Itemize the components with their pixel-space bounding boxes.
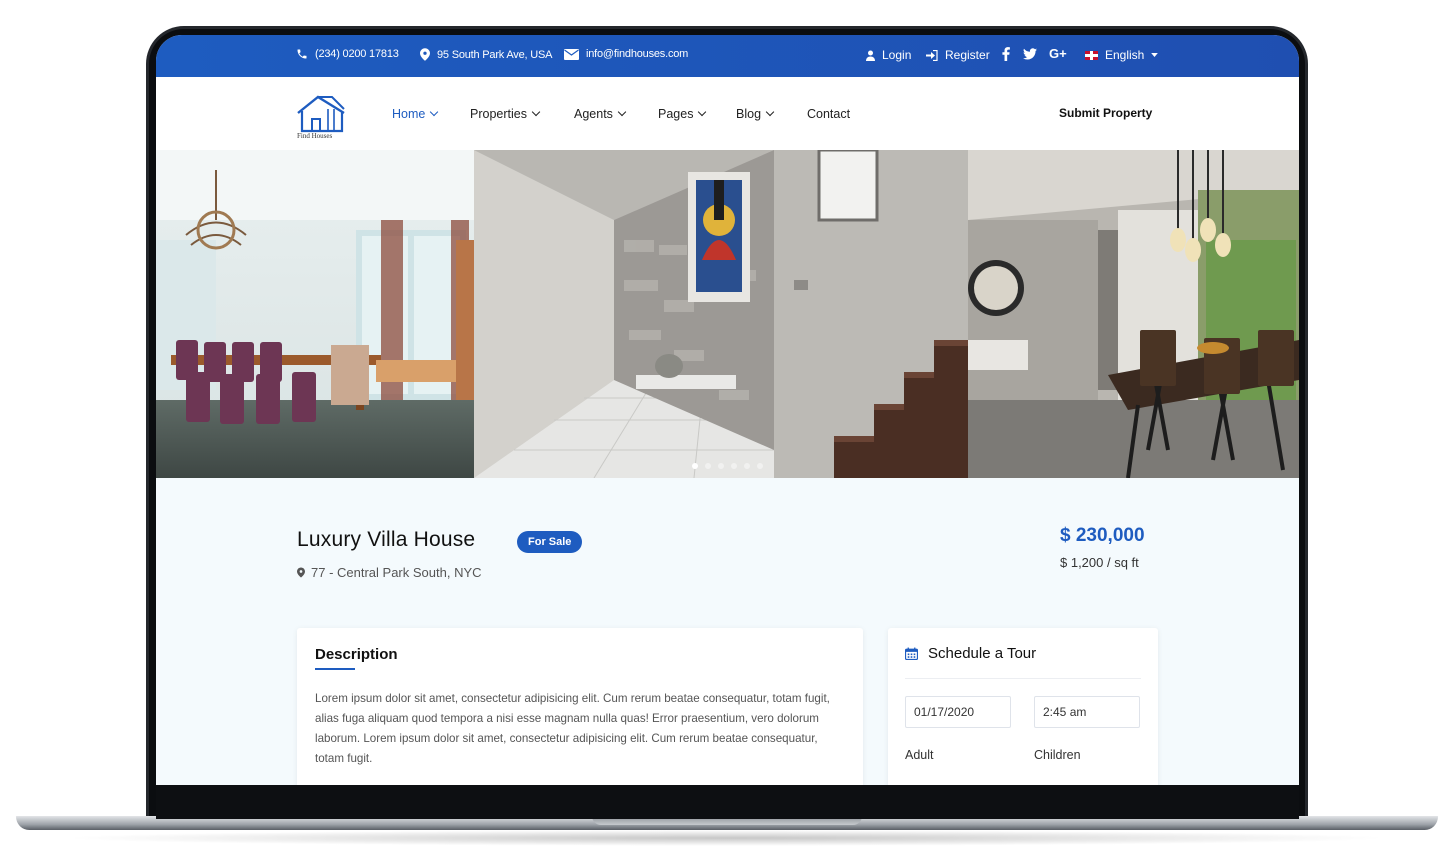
map-pin-icon — [420, 48, 430, 61]
heading-underline — [315, 668, 355, 670]
login-link[interactable]: Login — [866, 48, 911, 62]
laptop-shadow — [60, 830, 1392, 846]
top-bar: (234) 0200 17813 95 South Park Ave, USA … — [156, 35, 1299, 77]
price-per-sqft: $ 1,200 / sq ft — [1060, 555, 1139, 570]
submit-property-link[interactable]: Submit Property — [1059, 106, 1152, 120]
phone-contact[interactable]: (234) 0200 17813 — [296, 48, 399, 60]
address-contact: 95 South Park Ave, USA — [420, 48, 552, 61]
nav-home[interactable]: Home — [392, 107, 439, 121]
nav-agents[interactable]: Agents — [574, 107, 627, 121]
gallery-pagination — [692, 463, 763, 469]
uk-flag-icon — [1085, 50, 1098, 60]
gallery-dot[interactable] — [744, 463, 750, 469]
property-title: Luxury Villa House — [297, 528, 476, 551]
browser-screen: (234) 0200 17813 95 South Park Ave, USA … — [156, 35, 1299, 785]
sign-in-icon — [926, 49, 938, 61]
caret-down-icon — [1151, 53, 1159, 57]
nav-home-label: Home — [392, 107, 426, 121]
chevron-down-icon — [765, 107, 775, 117]
adult-label: Adult — [905, 748, 934, 762]
facebook-link[interactable] — [1002, 47, 1010, 61]
phone-number: (234) 0200 17813 — [315, 48, 399, 60]
chevron-down-icon — [531, 107, 541, 117]
gallery-dot[interactable] — [731, 463, 737, 469]
nav-contact[interactable]: Contact — [807, 107, 850, 121]
main-navbar: Find Houses Home Properties Agents Pages… — [156, 77, 1299, 150]
email-contact[interactable]: info@findhouses.com — [564, 48, 688, 60]
nav-pages-label: Pages — [658, 107, 694, 121]
nav-blog-label: Blog — [736, 107, 762, 121]
map-pin-icon — [297, 567, 305, 578]
gallery-dot[interactable] — [757, 463, 763, 469]
property-gallery[interactable] — [156, 150, 1299, 478]
tour-heading: Schedule a Tour — [905, 645, 1036, 662]
property-address-text: 77 - Central Park South, NYC — [311, 565, 482, 580]
envelope-icon — [564, 48, 579, 60]
property-address: 77 - Central Park South, NYC — [297, 565, 482, 580]
phone-icon — [297, 49, 307, 59]
chevron-down-icon — [430, 107, 439, 117]
description-card: Description Lorem ipsum dolor sit amet, … — [297, 628, 863, 785]
tour-time-input[interactable]: 2:45 am — [1034, 696, 1140, 728]
gallery-dot[interactable] — [705, 463, 711, 469]
nav-agents-label: Agents — [574, 107, 613, 121]
logo-text: Find Houses — [297, 132, 333, 140]
description-heading: Description — [315, 646, 398, 663]
language-selector[interactable]: English — [1085, 48, 1159, 62]
address-text: 95 South Park Ave, USA — [437, 48, 553, 61]
gallery-dot[interactable] — [718, 463, 724, 469]
tour-heading-text: Schedule a Tour — [928, 645, 1037, 662]
nav-properties-label: Properties — [470, 107, 527, 121]
email-text: info@findhouses.com — [586, 48, 689, 60]
screen-chin — [156, 785, 1299, 819]
nav-properties[interactable]: Properties — [470, 107, 541, 121]
nav-pages[interactable]: Pages — [658, 107, 707, 121]
google-plus-icon: G+ — [1049, 46, 1067, 61]
google-plus-link[interactable]: G+ — [1049, 46, 1067, 61]
register-label: Register — [945, 48, 990, 62]
register-link[interactable]: Register — [926, 48, 990, 62]
chevron-down-icon — [698, 107, 707, 117]
description-text: Lorem ipsum dolor sit amet, consectetur … — [315, 692, 830, 765]
kitchen-dining-photo[interactable] — [968, 150, 1299, 478]
login-label: Login — [882, 48, 912, 62]
gallery-dot[interactable] — [692, 463, 698, 469]
tour-date-input[interactable]: 01/17/2020 — [905, 696, 1011, 728]
nav-contact-label: Contact — [807, 107, 851, 121]
chevron-down-icon — [617, 107, 627, 117]
language-label: English — [1105, 48, 1145, 62]
children-label: Children — [1034, 748, 1081, 762]
twitter-icon — [1023, 48, 1037, 60]
divider — [905, 678, 1141, 679]
nav-blog[interactable]: Blog — [736, 107, 775, 121]
house-logo-icon — [297, 95, 345, 133]
status-badge: For Sale — [517, 531, 583, 553]
schedule-tour-card: Schedule a Tour 01/17/2020 2:45 am Adult… — [888, 628, 1158, 785]
property-price: $ 230,000 — [1060, 525, 1145, 546]
facebook-icon — [1002, 47, 1010, 61]
calendar-icon — [905, 647, 918, 660]
dining-room-photo[interactable] — [156, 150, 474, 478]
twitter-link[interactable] — [1023, 48, 1037, 60]
user-icon — [866, 50, 875, 61]
hallway-staircase-photo[interactable] — [474, 150, 968, 478]
